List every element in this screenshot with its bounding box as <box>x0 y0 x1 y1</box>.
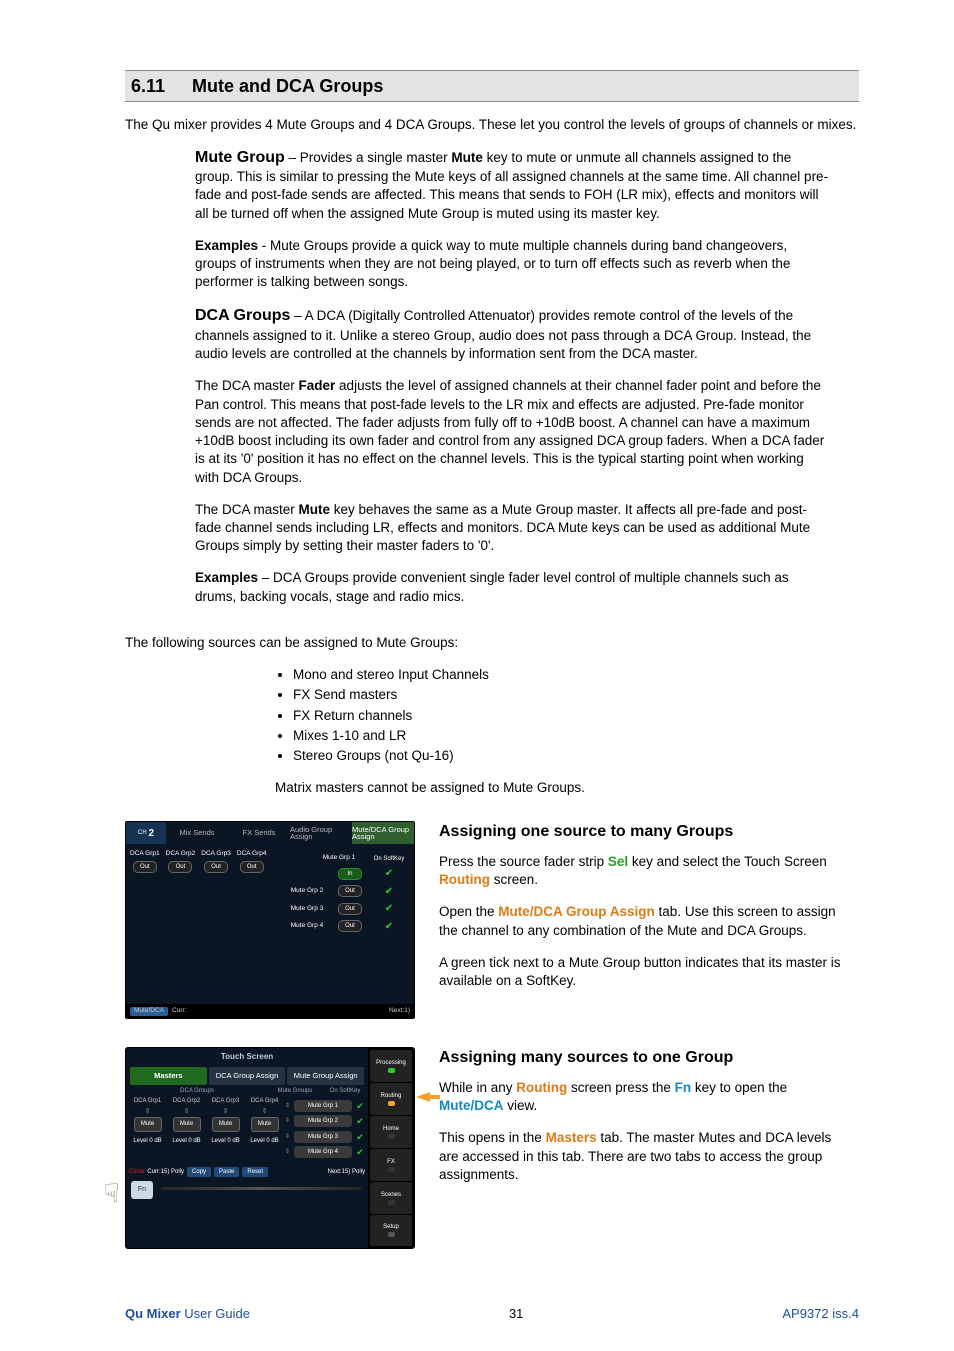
intro-paragraph: The Qu mixer provides 4 Mute Groups and … <box>125 116 859 134</box>
section-title: Mute and DCA Groups <box>192 76 383 96</box>
screenshot-masters-view: Touch Screen Masters DCA Group Assign Mu… <box>125 1047 415 1249</box>
list-item: Mixes 1-10 and LR <box>293 727 859 745</box>
assign-one-title: Assigning one source to many Groups <box>439 821 849 843</box>
section-number: 6.11 <box>131 74 187 98</box>
mute-grp-1[interactable]: In ✔ <box>281 867 409 881</box>
tab-masters[interactable]: Masters <box>130 1067 207 1085</box>
mute-group-examples: Examples - Mute Groups provide a quick w… <box>195 237 829 292</box>
mute-group-para: Mute Group – Provides a single master Mu… <box>195 147 829 223</box>
mute-master-1[interactable]: ⇕Mute Grp 1✔ <box>285 1100 365 1112</box>
sources-lead: The following sources can be assigned to… <box>125 634 859 652</box>
mute-master-3[interactable]: ⇕Mute Grp 3✔ <box>285 1131 365 1143</box>
assign-one-p3: A green tick next to a Mute Group button… <box>439 954 849 990</box>
copy-button[interactable]: Copy <box>187 1167 211 1177</box>
paste-button[interactable]: Paste <box>214 1167 239 1177</box>
screenshot-mute-dca-assign: CH2 Mix Sends FX Sends Audio Group Assig… <box>125 821 415 1019</box>
dca-groups-examples: Examples – DCA Groups provide convenient… <box>195 569 829 605</box>
assign-one-p2: Open the Mute/DCA Group Assign tab. Use … <box>439 903 849 939</box>
mute-master-4[interactable]: ⇕Mute Grp 4✔ <box>285 1146 365 1158</box>
dca-master-3[interactable]: DCA Grp3⇕ Mute Level 0 dB <box>207 1097 244 1161</box>
mute-grp-2[interactable]: Mute Grp 2 Out ✔ <box>281 885 409 899</box>
mute-master-2[interactable]: ⇕Mute Grp 2✔ <box>285 1115 365 1127</box>
dca-grp4[interactable]: DCA Grp4Out <box>237 850 267 937</box>
reset-button[interactable]: Reset <box>242 1167 268 1177</box>
routing-button[interactable]: Routing <box>370 1083 412 1115</box>
assign-many-p1: While in any Routing screen press the Fn… <box>439 1079 849 1115</box>
setup-button[interactable]: Setup <box>370 1215 412 1247</box>
dca-groups-para3: The DCA master Mute key behaves the same… <box>195 501 829 556</box>
mock2-bottom-bar: Close Curr:15) Polly Copy Paste Reset Ne… <box>129 1167 365 1177</box>
dca-grp2[interactable]: DCA Grp2Out <box>166 850 196 937</box>
channel-indicator: CH2 <box>126 822 166 844</box>
tab-mute-dca-group[interactable]: Mute/DCA Group Assign <box>352 822 414 844</box>
list-item: Mono and stereo Input Channels <box>293 666 859 684</box>
tab-fx-sends[interactable]: FX Sends <box>228 822 290 844</box>
matrix-note: Matrix masters cannot be assigned to Mut… <box>275 779 859 797</box>
home-button[interactable]: Home <box>370 1116 412 1148</box>
section-heading: 6.11 Mute and DCA Groups <box>125 70 859 102</box>
list-item: FX Send masters <box>293 686 859 704</box>
assign-many-title: Assigning many sources to one Group <box>439 1047 849 1069</box>
processing-button[interactable]: Processing <box>370 1050 412 1082</box>
dca-groups-heading: DCA Groups <box>195 307 290 324</box>
fx-button[interactable]: FX <box>370 1149 412 1181</box>
dca-grp3[interactable]: DCA Grp3Out <box>201 850 231 937</box>
tab-dca-group-assign[interactable]: DCA Group Assign <box>209 1067 286 1085</box>
scenes-button[interactable]: Scenes <box>370 1182 412 1214</box>
tab-mute-group-assign[interactable]: Mute Group Assign <box>287 1067 364 1085</box>
page-number: 31 <box>509 1305 523 1323</box>
mute-grp-3[interactable]: Mute Grp 3 Out ✔ <box>281 902 409 916</box>
doc-ref: AP9372 iss.4 <box>782 1305 859 1323</box>
dca-grp1[interactable]: DCA Grp1Out <box>130 850 160 937</box>
close-button[interactable]: Close <box>129 1168 144 1176</box>
page-footer: Qu Mixer User Guide 31 AP9372 iss.4 <box>125 1305 859 1323</box>
fn-button[interactable]: Fn <box>131 1181 153 1199</box>
dca-groups-para2: The DCA master Fader adjusts the level o… <box>195 377 829 486</box>
list-item: Stereo Groups (not Qu-16) <box>293 747 859 765</box>
sources-list: Mono and stereo Input Channels FX Send m… <box>275 666 859 765</box>
dca-master-4[interactable]: DCA Grp4⇕ Mute Level 0 dB <box>246 1097 283 1161</box>
hand-pointer-icon: ☞ <box>99 1181 129 1211</box>
assign-many-p2: This opens in the Masters tab. The maste… <box>439 1129 849 1184</box>
mute-grp-4[interactable]: Mute Grp 4 Out ✔ <box>281 920 409 934</box>
tab-mix-sends[interactable]: Mix Sends <box>166 822 228 844</box>
assign-one-p1: Press the source fader strip Sel key and… <box>439 853 849 889</box>
dca-master-1[interactable]: DCA Grp1⇕ Mute Level 0 dB <box>129 1097 166 1161</box>
mute-group-heading: Mute Group <box>195 149 285 166</box>
dca-groups-para1: DCA Groups – A DCA (Digitally Controlled… <box>195 305 829 363</box>
dca-master-2[interactable]: DCA Grp2⇕ Mute Level 0 dB <box>168 1097 205 1161</box>
list-item: FX Return channels <box>293 707 859 725</box>
mock1-footer: Mute/DCA Curr: Next:1) <box>126 1004 414 1018</box>
tab-audio-group[interactable]: Audio Group Assign <box>290 822 352 844</box>
arrow-icon <box>416 1092 430 1102</box>
